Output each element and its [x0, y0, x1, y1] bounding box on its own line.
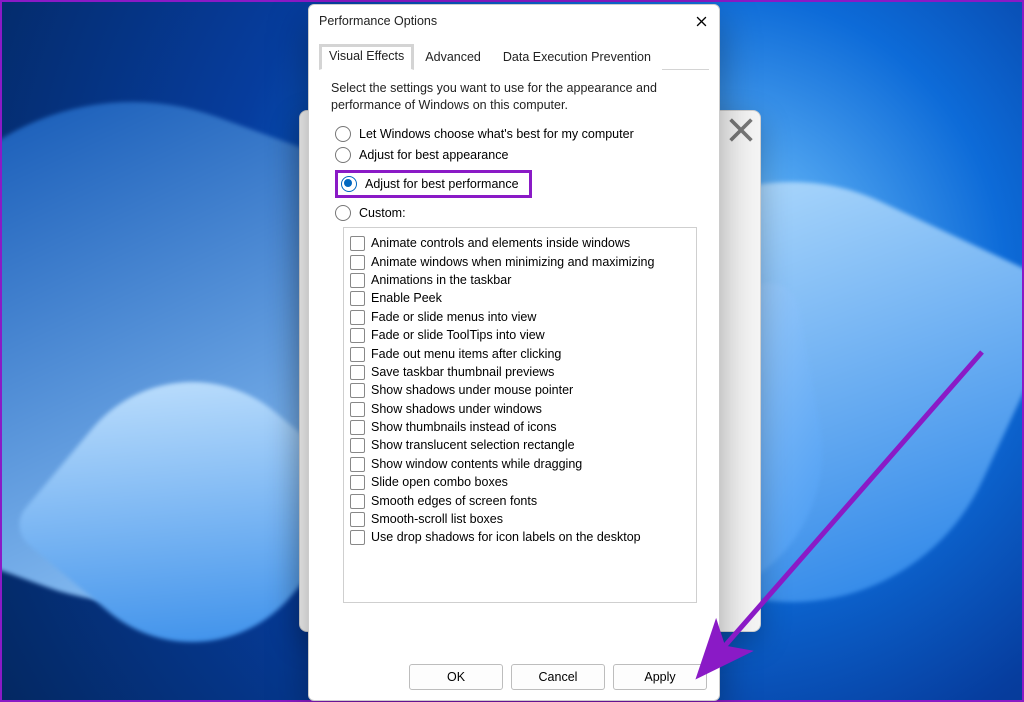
radio-icon [335, 205, 351, 221]
option-label: Fade or slide ToolTips into view [371, 327, 545, 344]
option-row[interactable]: Animate windows when minimizing and maxi… [350, 254, 690, 271]
option-row[interactable]: Show shadows under windows [350, 401, 690, 418]
option-label: Enable Peek [371, 290, 442, 307]
tab-advanced[interactable]: Advanced [414, 44, 492, 70]
radio-let-windows-choose[interactable]: Let Windows choose what's best for my co… [335, 126, 709, 142]
performance-options-dialog: Performance Options Visual Effects Advan… [308, 4, 720, 701]
option-label: Show shadows under windows [371, 401, 542, 418]
option-row[interactable]: Fade out menu items after clicking [350, 346, 690, 363]
option-label: Show translucent selection rectangle [371, 437, 575, 454]
option-row[interactable]: Show window contents while dragging [350, 456, 690, 473]
checkbox-icon [350, 236, 365, 251]
tab-strip: Visual Effects Advanced Data Execution P… [319, 43, 709, 70]
dialog-button-row: OK Cancel Apply [409, 664, 707, 690]
option-label: Show shadows under mouse pointer [371, 382, 573, 399]
close-icon [696, 16, 707, 27]
apply-button[interactable]: Apply [613, 664, 707, 690]
radio-icon [335, 147, 351, 163]
checkbox-icon [350, 457, 365, 472]
close-button[interactable] [691, 11, 711, 31]
instruction-text: Select the settings you want to use for … [331, 80, 705, 114]
checkbox-icon [350, 438, 365, 453]
option-label: Fade or slide menus into view [371, 309, 536, 326]
checkbox-icon [350, 530, 365, 545]
tab-data-execution-prevention[interactable]: Data Execution Prevention [492, 44, 662, 70]
checkbox-icon [350, 328, 365, 343]
tab-visual-effects[interactable]: Visual Effects [319, 44, 414, 70]
option-label: Show window contents while dragging [371, 456, 582, 473]
option-row[interactable]: Save taskbar thumbnail previews [350, 364, 690, 381]
checkbox-icon [350, 291, 365, 306]
option-row[interactable]: Animate controls and elements inside win… [350, 235, 690, 252]
option-row[interactable]: Fade or slide ToolTips into view [350, 327, 690, 344]
checkbox-icon [350, 365, 365, 380]
checkbox-icon [350, 383, 365, 398]
radio-icon [335, 126, 351, 142]
option-row[interactable]: Fade or slide menus into view [350, 309, 690, 326]
option-label: Animations in the taskbar [371, 272, 511, 289]
option-label: Animate windows when minimizing and maxi… [371, 254, 654, 271]
option-row[interactable]: Enable Peek [350, 290, 690, 307]
ok-button[interactable]: OK [409, 664, 503, 690]
option-label: Save taskbar thumbnail previews [371, 364, 554, 381]
checkbox-icon [350, 402, 365, 417]
option-row[interactable]: Show thumbnails instead of icons [350, 419, 690, 436]
checkbox-icon [350, 512, 365, 527]
highlight-best-performance: Adjust for best performance [335, 170, 532, 198]
cancel-button[interactable]: Cancel [511, 664, 605, 690]
checkbox-icon [350, 475, 365, 490]
radio-custom[interactable]: Custom: [335, 205, 709, 221]
option-label: Show thumbnails instead of icons [371, 419, 557, 436]
checkbox-icon [350, 255, 365, 270]
option-label: Slide open combo boxes [371, 474, 508, 491]
option-row[interactable]: Show translucent selection rectangle [350, 437, 690, 454]
checkbox-icon [350, 310, 365, 325]
visual-effects-options-list[interactable]: Animate controls and elements inside win… [343, 227, 697, 603]
option-label: Smooth edges of screen fonts [371, 493, 537, 510]
option-label: Use drop shadows for icon labels on the … [371, 529, 641, 546]
option-row[interactable]: Slide open combo boxes [350, 474, 690, 491]
option-row[interactable]: Show shadows under mouse pointer [350, 382, 690, 399]
radio-icon [341, 176, 357, 192]
dialog-title: Performance Options [319, 14, 437, 28]
radio-best-appearance[interactable]: Adjust for best appearance [335, 147, 709, 163]
option-label: Animate controls and elements inside win… [371, 235, 630, 252]
option-row[interactable]: Smooth edges of screen fonts [350, 493, 690, 510]
titlebar: Performance Options [309, 5, 719, 37]
option-row[interactable]: Smooth-scroll list boxes [350, 511, 690, 528]
option-label: Fade out menu items after clicking [371, 346, 561, 363]
option-row[interactable]: Use drop shadows for icon labels on the … [350, 529, 690, 546]
radio-best-performance[interactable]: Adjust for best performance [341, 176, 519, 192]
checkbox-icon [350, 347, 365, 362]
checkbox-icon [350, 494, 365, 509]
checkbox-icon [350, 420, 365, 435]
option-label: Smooth-scroll list boxes [371, 511, 503, 528]
option-row[interactable]: Animations in the taskbar [350, 272, 690, 289]
checkbox-icon [350, 273, 365, 288]
visual-effects-radio-group: Let Windows choose what's best for my co… [335, 126, 709, 221]
background-window-close-icon[interactable] [728, 117, 754, 143]
